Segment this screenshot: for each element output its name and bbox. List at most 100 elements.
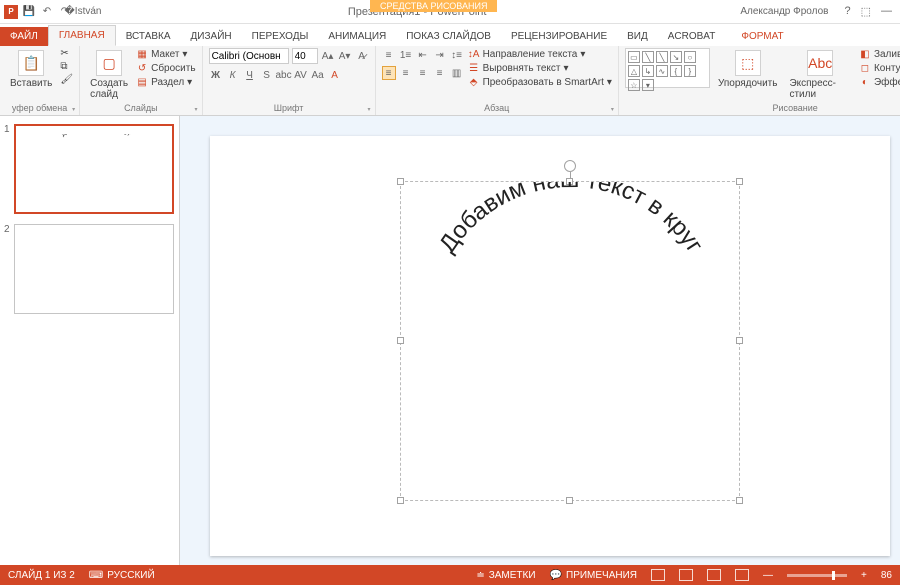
thumbnail-1[interactable]: Добавим наш текст в круг <box>14 124 174 214</box>
cut-icon[interactable]: ✂ <box>60 48 73 59</box>
change-case-icon[interactable]: Aa <box>311 68 325 82</box>
layout-button[interactable]: ▦Макет ▾ <box>136 48 195 60</box>
shape-star-icon[interactable]: ☆ <box>628 79 640 91</box>
bullets-icon[interactable]: ≡ <box>382 48 396 62</box>
align-center-icon[interactable]: ≡ <box>399 66 413 80</box>
thumbnail-2-text-preview: Добавим наш текст в круг <box>35 233 155 283</box>
tab-format[interactable]: ФОРМАТ <box>731 27 793 46</box>
thumbnail-2-wrap[interactable]: 2 Добавим наш текст в круг <box>4 224 175 314</box>
zoom-slider[interactable] <box>787 574 847 577</box>
font-name-input[interactable] <box>209 48 289 64</box>
resize-handle-s[interactable] <box>566 497 573 504</box>
shape-brace-icon[interactable]: { <box>670 65 682 77</box>
tab-file[interactable]: ФАЙЛ <box>0 27 48 46</box>
tab-insert[interactable]: ВСТАВКА <box>116 27 181 46</box>
clear-formatting-icon[interactable]: A̷ <box>355 49 369 63</box>
svg-text:Добавим наш текст в круг: Добавим наш текст в круг <box>60 134 132 138</box>
decrease-font-icon[interactable]: A▾ <box>338 49 352 63</box>
comments-button[interactable]: 💬ПРИМЕЧАНИЯ <box>550 570 637 581</box>
slide-thumbnail-panel[interactable]: 1 Добавим наш текст в круг 2 Добавим наш… <box>0 116 180 565</box>
slideshow-view-icon[interactable] <box>735 569 749 581</box>
new-slide-button[interactable]: ▢ Создать слайд <box>86 48 132 102</box>
slide-canvas-area[interactable]: Добавим наш текст в круг <box>180 116 900 565</box>
shape-curve-icon[interactable]: ∿ <box>656 65 668 77</box>
shape-connector-icon[interactable]: ↳ <box>642 65 654 77</box>
shape-oval-icon[interactable]: ○ <box>684 51 696 63</box>
tab-transitions[interactable]: ПЕРЕХОДЫ <box>242 27 319 46</box>
font-color-icon[interactable]: A <box>328 68 342 82</box>
shape-effects-button[interactable]: ◐Эффекты фигуры ▾ <box>859 76 900 88</box>
rotate-handle[interactable] <box>564 160 576 172</box>
zoom-out-icon[interactable]: — <box>763 570 773 581</box>
resize-handle-sw[interactable] <box>397 497 404 504</box>
quick-styles-button[interactable]: Abc Экспресс-стили <box>785 48 855 102</box>
arrange-button[interactable]: ⬚ Упорядочить <box>714 48 782 91</box>
shadow-icon[interactable]: S <box>260 68 274 82</box>
paste-button[interactable]: 📋 Вставить <box>6 48 56 91</box>
zoom-value[interactable]: 86 <box>881 570 892 581</box>
group-clipboard: 📋 Вставить ✂ ⧉ 🖌 уфер обмена <box>0 46 80 115</box>
tab-review[interactable]: РЕЦЕНЗИРОВАНИЕ <box>501 27 617 46</box>
slide[interactable]: Добавим наш текст в круг <box>210 136 890 556</box>
justify-icon[interactable]: ≡ <box>433 66 447 80</box>
align-text-button[interactable]: ☰Выровнять текст ▾ <box>468 62 612 74</box>
underline-icon[interactable]: Ч <box>243 68 257 82</box>
columns-icon[interactable]: ▥ <box>450 66 464 80</box>
line-spacing-icon[interactable]: ↕≡ <box>450 48 464 62</box>
numbering-icon[interactable]: 1≡ <box>399 48 413 62</box>
decrease-indent-icon[interactable]: ⇤ <box>416 48 430 62</box>
convert-smartart-button[interactable]: ⬘Преобразовать в SmartArt ▾ <box>468 76 612 88</box>
shapes-gallery[interactable]: ▭╲╲↘○△ ↳∿{}☆▾ <box>625 48 710 88</box>
shape-more-icon[interactable]: ▾ <box>642 79 654 91</box>
arrange-icon: ⬚ <box>735 50 761 76</box>
user-name[interactable]: Александр Фролов <box>740 6 828 17</box>
shape-outline-button[interactable]: ◻Контур фигуры ▾ <box>859 62 900 74</box>
tab-acrobat[interactable]: ACROBAT <box>658 27 726 46</box>
thumbnail-2[interactable]: Добавим наш текст в круг <box>14 224 174 314</box>
undo-icon[interactable]: ↶ <box>40 5 54 19</box>
slide-sorter-icon[interactable] <box>679 569 693 581</box>
resize-handle-se[interactable] <box>736 497 743 504</box>
ribbon-options-icon[interactable]: ⬚ <box>861 5 871 18</box>
notes-button[interactable]: ≐ЗАМЕТКИ <box>476 570 535 581</box>
font-size-input[interactable] <box>292 48 318 64</box>
char-spacing-icon[interactable]: AV <box>294 68 308 82</box>
copy-icon[interactable]: ⧉ <box>60 61 73 72</box>
bold-icon[interactable]: Ж <box>209 68 223 82</box>
thumbnail-1-wrap[interactable]: 1 Добавим наш текст в круг <box>4 124 175 214</box>
shape-brace2-icon[interactable]: } <box>684 65 696 77</box>
help-icon[interactable]: ? <box>844 5 850 18</box>
align-right-icon[interactable]: ≡ <box>416 66 430 80</box>
shape-fill-button[interactable]: ◧Заливка фигуры ▾ <box>859 48 900 60</box>
shape-arrow-icon[interactable]: ↘ <box>670 51 682 63</box>
start-from-beginning-icon[interactable]: �István <box>76 5 90 19</box>
tab-design[interactable]: ДИЗАЙН <box>181 27 242 46</box>
format-painter-icon[interactable]: 🖌 <box>60 74 73 85</box>
shape-rect-icon[interactable]: ▭ <box>628 51 640 63</box>
increase-indent-icon[interactable]: ⇥ <box>433 48 447 62</box>
align-left-icon[interactable]: ≡ <box>382 66 396 80</box>
tab-animations[interactable]: АНИМАЦИЯ <box>318 27 396 46</box>
shape-fill-icon: ◧ <box>859 48 871 60</box>
shape-tri-icon[interactable]: △ <box>628 65 640 77</box>
minimize-icon[interactable]: — <box>881 5 892 18</box>
title-bar: P 💾 ↶ ↷ �István Презентация1 - PowerPoin… <box>0 0 900 24</box>
tab-home[interactable]: ГЛАВНАЯ <box>48 25 116 46</box>
reading-view-icon[interactable] <box>707 569 721 581</box>
selected-textbox[interactable]: Добавим наш текст в круг <box>400 181 740 501</box>
slide-counter[interactable]: СЛАЙД 1 ИЗ 2 <box>8 570 75 581</box>
section-button[interactable]: ▤Раздел ▾ <box>136 76 195 88</box>
tab-slideshow[interactable]: ПОКАЗ СЛАЙДОВ <box>396 27 501 46</box>
strikethrough-icon[interactable]: abc <box>277 68 291 82</box>
italic-icon[interactable]: К <box>226 68 240 82</box>
shape-line2-icon[interactable]: ╲ <box>656 51 668 63</box>
increase-font-icon[interactable]: A▴ <box>321 49 335 63</box>
language-button[interactable]: ⌨РУССКИЙ <box>89 570 155 581</box>
text-direction-button[interactable]: ↕AНаправление текста ▾ <box>468 48 612 60</box>
tab-view[interactable]: ВИД <box>617 27 658 46</box>
save-icon[interactable]: 💾 <box>22 5 36 19</box>
zoom-in-icon[interactable]: + <box>861 570 867 581</box>
normal-view-icon[interactable] <box>651 569 665 581</box>
reset-button[interactable]: ↺Сбросить <box>136 62 195 74</box>
shape-line-icon[interactable]: ╲ <box>642 51 654 63</box>
